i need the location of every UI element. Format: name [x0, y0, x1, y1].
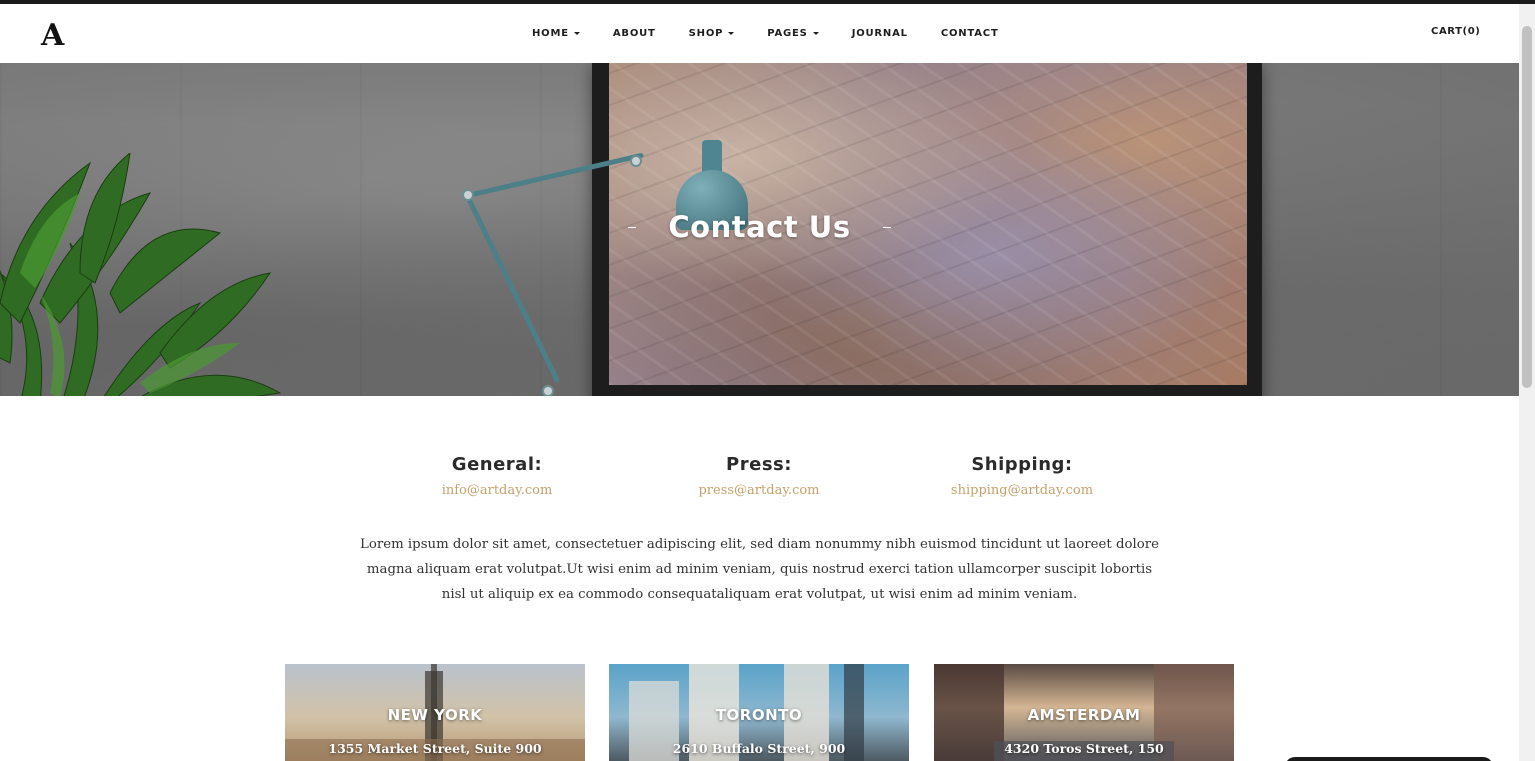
- contact-general: General: info@artday.com: [377, 454, 617, 498]
- nav-item-journal[interactable]: JOURNAL: [852, 28, 908, 39]
- nav-item-label: JOURNAL: [851, 27, 908, 39]
- hero-title-row: Contact Us: [0, 210, 1519, 244]
- title-dash-right: [882, 226, 891, 228]
- contact-shipping: Shipping: shipping@artday.com: [902, 454, 1142, 498]
- lamp-joint: [462, 189, 474, 201]
- contact-label: Press:: [726, 454, 792, 475]
- nav-item-label: SHOP: [688, 27, 724, 39]
- contact-label: Shipping:: [971, 454, 1073, 475]
- location-address: 2610 Buffalo Street, 900: [672, 741, 846, 756]
- contact-label: General:: [451, 454, 543, 475]
- contact-email-link[interactable]: press@artday.com: [639, 483, 879, 498]
- page-title: Contact Us: [668, 210, 851, 244]
- location-card-new-york[interactable]: NEW YORK 1355 Market Street, Suite 900: [285, 664, 585, 761]
- site-header: A HOME ABOUT SHOP PAGES JOURNAL CONTACT …: [0, 4, 1519, 63]
- title-dash-left: [628, 226, 637, 228]
- nav-item-home[interactable]: HOME: [532, 28, 580, 39]
- hero-banner: Contact Us: [0, 63, 1519, 396]
- nav-item-shop[interactable]: SHOP: [689, 28, 735, 39]
- location-city: TORONTO: [715, 706, 803, 724]
- caret-down-icon: [573, 32, 580, 35]
- chat-widget[interactable]: [1285, 757, 1493, 761]
- lamp-joint: [542, 385, 554, 396]
- location-city: AMSTERDAM: [1027, 706, 1141, 724]
- contact-email-link[interactable]: info@artday.com: [377, 483, 617, 498]
- location-address: 4320 Toros Street, 150: [1004, 741, 1164, 756]
- nav-item-pages[interactable]: PAGES: [767, 27, 819, 39]
- contact-emails: General: info@artday.com Press: press@ar…: [0, 454, 1519, 504]
- nav-item-label: HOME: [532, 27, 569, 39]
- contact-email-link[interactable]: shipping@artday.com: [902, 483, 1142, 498]
- nav-item-label: PAGES: [767, 27, 808, 39]
- nav-item-contact[interactable]: CONTACT: [941, 28, 999, 39]
- intro-paragraph: Lorem ipsum dolor sit amet, consectetuer…: [360, 537, 1159, 602]
- lamp-joint: [630, 155, 642, 167]
- location-address: 1355 Market Street, Suite 900: [328, 741, 542, 756]
- location-card-toronto[interactable]: TORONTO 2610 Buffalo Street, 900: [609, 664, 909, 761]
- scrollbar-thumb[interactable]: [1522, 26, 1532, 388]
- location-city: NEW YORK: [387, 706, 483, 724]
- contact-press: Press: press@artday.com: [639, 454, 879, 498]
- location-card-amsterdam[interactable]: AMSTERDAM 4320 Toros Street, 150: [934, 664, 1234, 761]
- page-scrollbar[interactable]: [1519, 4, 1535, 761]
- cart-link[interactable]: CART(0): [1431, 26, 1480, 37]
- caret-down-icon: [812, 32, 819, 35]
- site-logo[interactable]: A: [41, 18, 64, 53]
- caret-down-icon: [728, 32, 735, 35]
- main-nav: HOME ABOUT SHOP PAGES JOURNAL CONTACT: [532, 26, 999, 40]
- nav-item-label: ABOUT: [612, 27, 656, 39]
- plant-illustration: [0, 153, 282, 396]
- nav-item-about[interactable]: ABOUT: [613, 28, 656, 39]
- nav-item-label: CONTACT: [940, 27, 999, 39]
